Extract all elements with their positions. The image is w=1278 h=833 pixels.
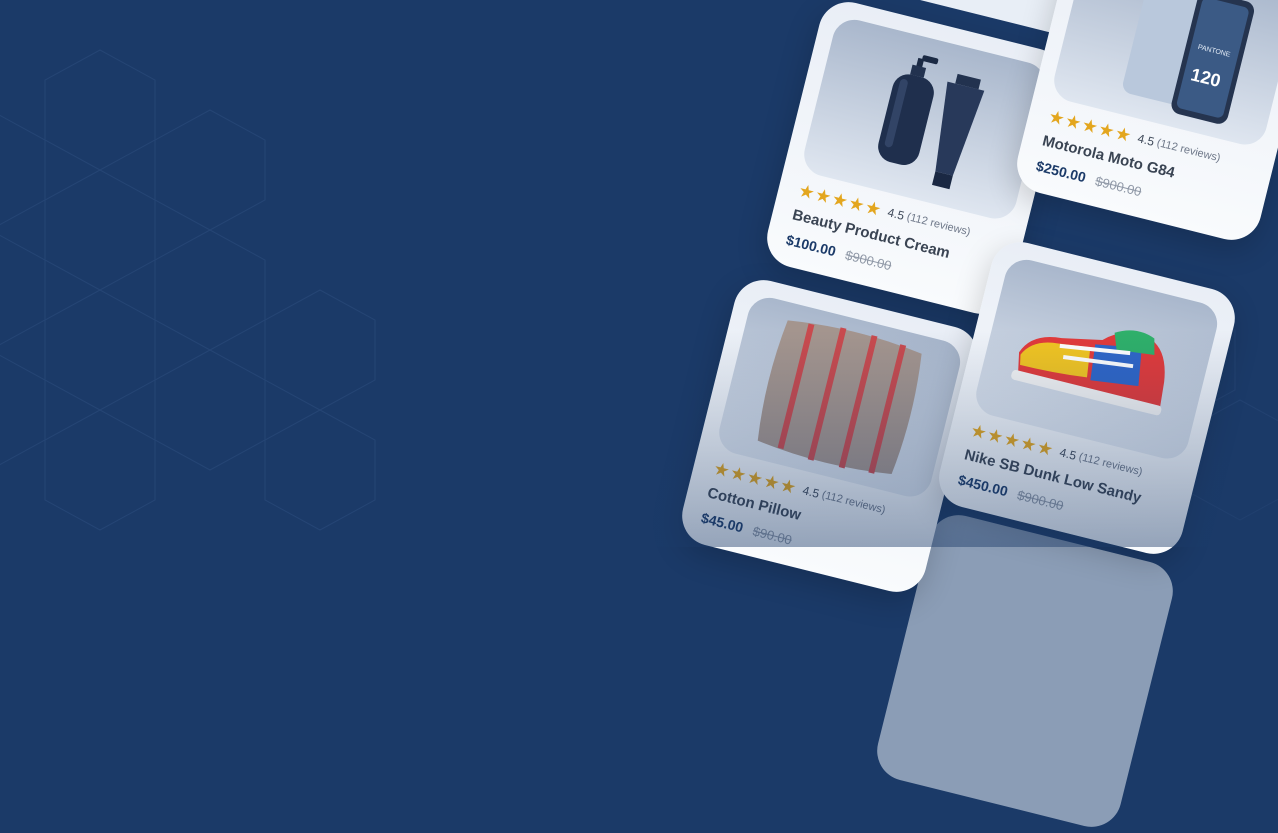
product-price: $450.00: [956, 471, 1010, 500]
product-old-price: $900.00: [1015, 487, 1066, 514]
rating-value: 4.5: [886, 205, 906, 223]
product-price: $45.00: [699, 509, 745, 536]
product-card-motorola[interactable]: PANTONE 120 ★ ★ ★ ★ ★ 4.5 (112 reviews) Moto…: [1010, 0, 1278, 247]
product-old-price: $90.00: [751, 523, 794, 548]
rating-value: 4.5: [1136, 131, 1156, 149]
review-count: (112 reviews): [1155, 136, 1222, 165]
review-count: (112 reviews): [905, 210, 972, 239]
product-old-price: $900.00: [843, 247, 894, 274]
product-old-price: $900.00: [1093, 173, 1144, 200]
product-price: $250.00: [1034, 157, 1088, 186]
rating-value: 4.5: [1058, 445, 1078, 463]
review-count: (112 reviews): [1077, 450, 1144, 479]
product-cards-collage: ★ ★ ★ ★ ★ 4.5 (112 reviews) Beauty Product C…: [0, 0, 1278, 833]
product-price: $100.00: [784, 231, 838, 260]
review-count: (112 reviews): [820, 488, 887, 517]
rating-value: 4.5: [801, 483, 821, 501]
